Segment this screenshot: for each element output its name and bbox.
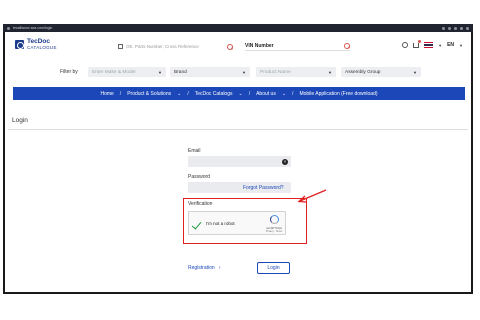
- product-name-dropdown[interactable]: Product Name ▼: [256, 67, 336, 77]
- extension-icon[interactable]: [448, 26, 451, 30]
- forgot-password-link[interactable]: Forgot Password?: [243, 185, 284, 191]
- chevron-down-icon[interactable]: ⌄: [177, 91, 181, 97]
- vin-search-input[interactable]: VIN Number: [245, 43, 344, 49]
- search-icon[interactable]: [344, 43, 350, 49]
- nav-about-us[interactable]: About us: [256, 91, 276, 97]
- nav-product-solutions[interactable]: Product & Solutions: [127, 91, 171, 97]
- chevron-right-icon[interactable]: ›: [219, 265, 221, 271]
- search-icon[interactable]: [227, 43, 233, 50]
- cart-icon[interactable]: [413, 39, 422, 48]
- verification-label: Verification: [188, 201, 213, 207]
- parts-search-input[interactable]: OE, Parts Number, Cross Reference: [126, 44, 224, 49]
- nav-tecdoc-catalogs[interactable]: TecDoc Catalogs: [195, 91, 233, 97]
- registration-link[interactable]: Registration ›: [188, 265, 220, 271]
- email-label: Email: [188, 148, 201, 154]
- cart-badge: [417, 39, 422, 43]
- caret-down-icon: ▼: [413, 69, 417, 75]
- clear-icon[interactable]: ×: [282, 158, 288, 165]
- divider: [8, 129, 468, 130]
- caret-down-icon: ▼: [242, 69, 246, 75]
- assembly-group-dropdown[interactable]: Assembly Group ▼: [341, 67, 421, 77]
- nav-mobile-app[interactable]: Mobile Application (Free download): [299, 91, 377, 97]
- registration-label[interactable]: Registration: [188, 265, 215, 271]
- nav-separator: /: [187, 90, 189, 97]
- recaptcha-label: I'm not a robot: [206, 221, 235, 226]
- recaptcha-logo-icon: [270, 215, 279, 224]
- brand-dropdown[interactable]: Brand ▼: [170, 67, 250, 77]
- vin-search[interactable]: VIN Number: [245, 42, 350, 51]
- filter-label: Filter by: [60, 69, 78, 75]
- browser-url[interactable]: tecalliance-sea.com/login: [13, 26, 52, 30]
- thai-flag-icon[interactable]: [424, 42, 434, 48]
- recaptcha-links[interactable]: Privacy - Terms: [265, 230, 283, 233]
- recaptcha-widget[interactable]: I'm not a robot reCAPTCHA Privacy - Term…: [188, 211, 286, 235]
- tecdoc-logo[interactable]: TecDoc CATALOGUE: [15, 38, 57, 50]
- chevron-down-icon[interactable]: ⌄: [282, 91, 286, 97]
- site-header: TecDoc CATALOGUE OE, Parts Number, Cross…: [5, 32, 471, 56]
- nav-separator: /: [292, 90, 294, 97]
- tecdoc-logo-icon: [15, 40, 24, 49]
- profile-icon[interactable]: [466, 26, 469, 30]
- browser-address-bar[interactable]: tecalliance-sea.com/login: [3, 24, 473, 32]
- extension-icon[interactable]: [460, 26, 463, 30]
- nav-separator: /: [119, 90, 122, 97]
- search-checkbox[interactable]: [118, 44, 123, 49]
- caret-down-icon: ▼: [328, 69, 332, 75]
- user-icon[interactable]: [402, 42, 409, 48]
- checkmark-icon[interactable]: [191, 219, 202, 230]
- parts-search[interactable]: OE, Parts Number, Cross Reference: [118, 42, 233, 51]
- annotation-arrow: [297, 189, 327, 203]
- email-field[interactable]: ×: [188, 156, 291, 167]
- nav-home[interactable]: Home: [100, 91, 113, 97]
- chevron-down-icon[interactable]: ▼: [438, 43, 442, 48]
- extension-icon[interactable]: [454, 26, 457, 30]
- password-label: Password: [188, 174, 210, 180]
- caret-down-icon: ▼: [158, 69, 162, 75]
- make-model-dropdown[interactable]: Enter Make & Model ▼: [88, 67, 166, 77]
- chevron-down-icon[interactable]: ▼: [459, 43, 463, 48]
- login-button[interactable]: Login: [257, 262, 290, 274]
- extension-icon[interactable]: [442, 26, 445, 30]
- filter-bar: Filter by Enter Make & Model ▼ Brand ▼ P…: [5, 65, 471, 79]
- browser-tab-icon: [7, 26, 10, 30]
- logo-subtitle: CATALOGUE: [27, 44, 57, 50]
- language-selector[interactable]: EN: [447, 42, 454, 48]
- page-title: Login: [12, 117, 28, 124]
- nav-separator: /: [248, 90, 251, 97]
- header-actions: ▼ EN ▼: [402, 39, 463, 48]
- main-nav: Home / Product & Solutions ⌄ / TecDoc Ca…: [13, 87, 465, 100]
- chevron-down-icon[interactable]: ⌄: [239, 91, 243, 97]
